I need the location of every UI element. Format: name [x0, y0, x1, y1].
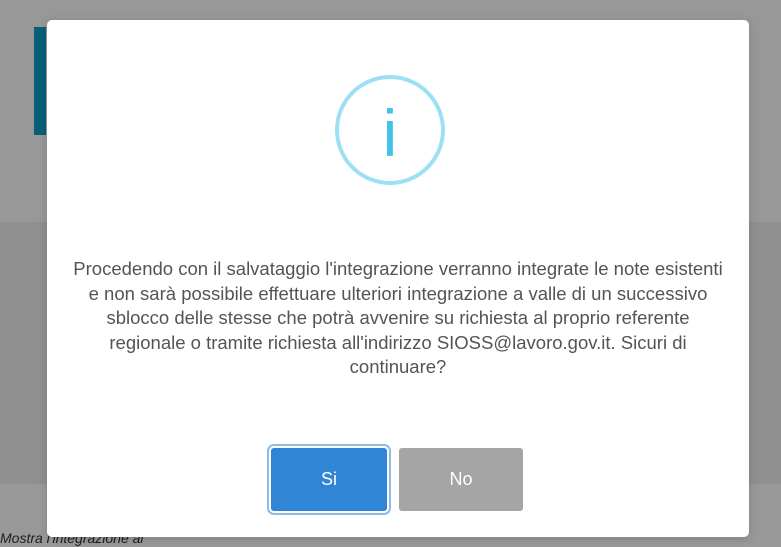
confirm-dialog: i Procedendo con il salvataggio l'integr… — [47, 20, 749, 537]
cancel-button[interactable]: No — [399, 448, 523, 511]
dialog-message: Procedendo con il salvataggio l'integraz… — [73, 258, 723, 377]
info-icon: i — [335, 75, 445, 185]
confirm-button[interactable]: Si — [271, 448, 387, 511]
info-icon-glyph: i — [383, 96, 398, 170]
